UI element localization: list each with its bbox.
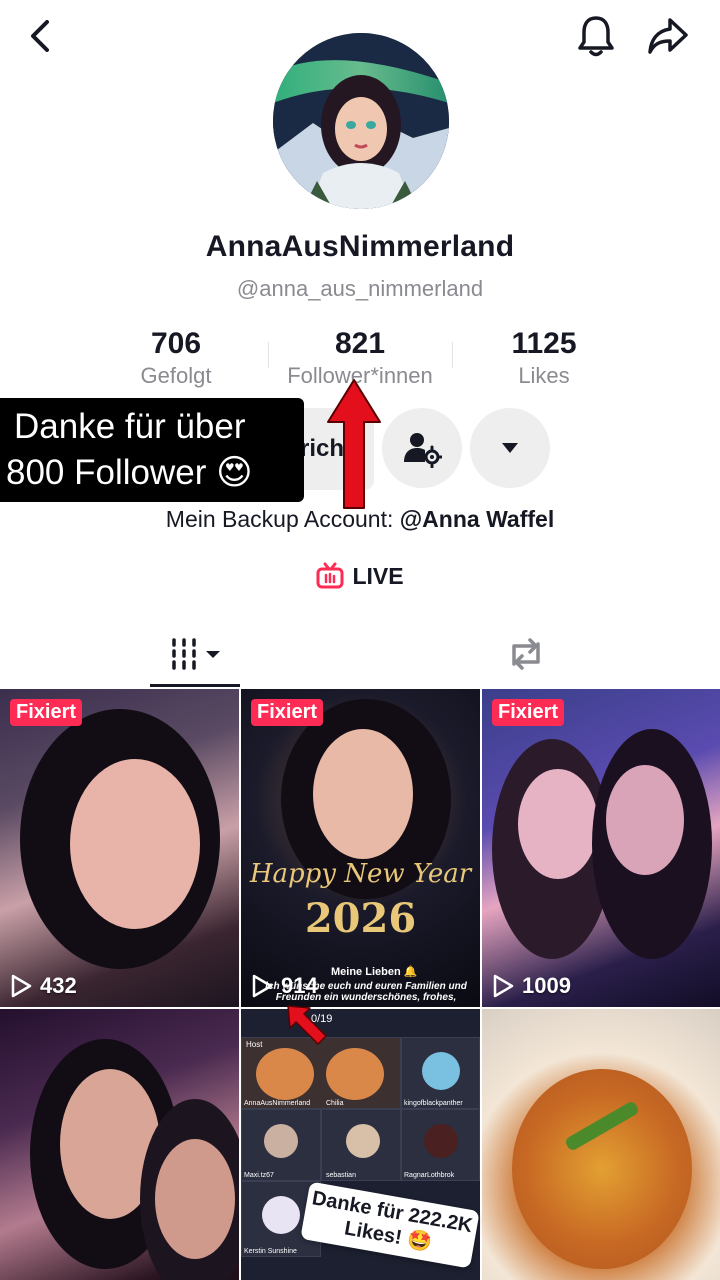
participant-name: kingofblackpanther: [404, 1100, 463, 1107]
tile-face-shape: [70, 759, 200, 929]
avatar-illustration: [273, 33, 449, 209]
participant-name: Kerstin Sunshine: [244, 1248, 297, 1255]
participant-cell: sebastian: [321, 1109, 401, 1181]
participant-cell: RagnarLothbrok: [401, 1109, 480, 1181]
participant-avatar: [424, 1124, 458, 1158]
red-up-arrow-icon: [327, 379, 381, 509]
share-arrow-icon: [648, 18, 688, 54]
video-tile[interactable]: Fixiert 432: [0, 689, 239, 1007]
tile-face-shape: [313, 729, 413, 859]
participant-avatar: [422, 1052, 460, 1090]
participant-cell: kingofblackpanther: [401, 1037, 480, 1109]
view-count: 432: [10, 973, 77, 999]
overlay-caption-line2: 800 Follower 😍: [6, 453, 253, 492]
content-tabs: [0, 620, 720, 688]
active-tab-indicator: [150, 684, 240, 687]
repost-icon: [512, 638, 540, 670]
tile-caption-title: Meine Lieben 🔔: [331, 966, 418, 978]
participant-name: RagnarLothbrok: [404, 1172, 455, 1179]
overlay-caption: Danke für über 800 Follower 😍: [0, 398, 304, 502]
view-count-value: 432: [40, 973, 77, 998]
caret-down-icon: [502, 443, 518, 453]
tile-face-shape: [606, 765, 684, 875]
new-year-year: 2026: [304, 895, 417, 942]
play-icon: [493, 974, 514, 998]
gingerbread-face: [326, 1048, 384, 1100]
profile-avatar[interactable]: [273, 33, 449, 209]
video-tile[interactable]: Fixiert 1009: [482, 689, 720, 1007]
pinned-badge: Fixiert: [492, 699, 565, 726]
following-count: 706: [150, 327, 202, 360]
followers-count: 821: [334, 327, 386, 360]
participant-avatar: [262, 1196, 300, 1234]
user-settings-icon: [404, 433, 442, 468]
play-icon: [11, 974, 32, 998]
participant-avatar: [346, 1124, 380, 1158]
notification-bell-button[interactable]: [572, 12, 620, 60]
following-stat[interactable]: 706 Gefolgt: [116, 326, 236, 390]
new-year-text: Happy New Year: [249, 859, 472, 889]
following-label: Gefolgt: [140, 363, 212, 388]
tile-face-shape: [518, 769, 598, 879]
add-friend-settings-button[interactable]: [382, 408, 462, 488]
video-tile[interactable]: [0, 1009, 239, 1280]
bell-icon: [578, 16, 614, 57]
pinned-badge: Fixiert: [251, 699, 324, 726]
back-button[interactable]: [18, 14, 62, 58]
more-options-button[interactable]: [470, 408, 550, 488]
likes-label: Likes: [518, 363, 570, 388]
participant-cell: Maxi.tz67: [241, 1109, 321, 1181]
video-tile[interactable]: [482, 1009, 720, 1280]
host-name: AnnaAusNimmerland: [244, 1100, 311, 1107]
overlay-caption-line1: Danke für über: [14, 407, 246, 446]
gingerbread-face: [256, 1048, 314, 1100]
chevron-left-icon: [31, 20, 49, 52]
view-count-value: 1009: [522, 973, 571, 998]
view-count-value: 914: [281, 973, 318, 998]
videos-grid-icon: [172, 638, 220, 670]
view-count: 914: [251, 973, 318, 999]
bio-mention-link[interactable]: @Anna Waffel: [400, 506, 554, 532]
participant-name: Chilia: [326, 1100, 344, 1107]
live-link[interactable]: LIVE: [0, 562, 720, 590]
stat-divider: [452, 342, 453, 368]
tab-videos[interactable]: [152, 620, 240, 688]
view-count: 1009: [492, 973, 571, 999]
tab-reposts[interactable]: [482, 620, 570, 688]
tv-live-icon: [316, 562, 344, 589]
food-dish: [512, 1069, 692, 1269]
tile-face-shape: [155, 1139, 235, 1259]
pinned-badge: Fixiert: [10, 699, 83, 726]
live-label: LIVE: [352, 562, 404, 589]
display-name: AnnaAusNimmerland: [205, 230, 515, 263]
participant-name: Maxi.tz67: [244, 1172, 274, 1179]
share-button[interactable]: [644, 12, 692, 60]
participant-name: sebastian: [326, 1172, 356, 1179]
username-handle: @anna_aus_nimmerland: [236, 276, 484, 301]
host-label: Host: [246, 1040, 263, 1049]
video-tile[interactable]: Happy New Year 2026 Meine Lieben 🔔 ich w…: [241, 689, 480, 1007]
red-diagonal-arrow-icon: [287, 1005, 327, 1045]
participant-avatar: [264, 1124, 298, 1158]
likes-count: 1125: [511, 327, 577, 360]
likes-stat[interactable]: 1125 Likes: [484, 326, 604, 390]
play-icon: [252, 974, 273, 998]
